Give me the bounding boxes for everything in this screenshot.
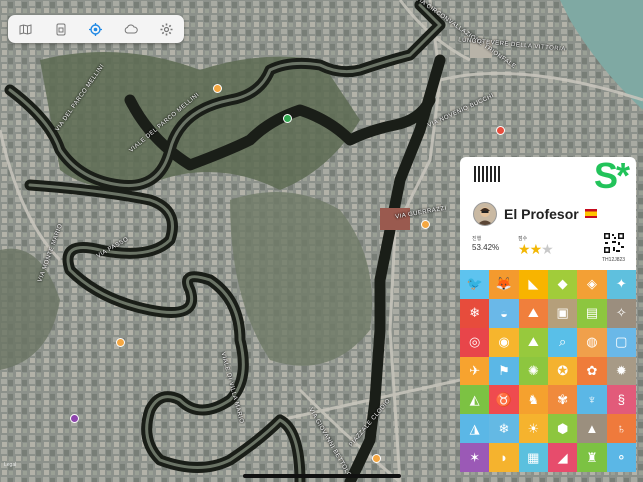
star-rating: ★★★ [518, 241, 554, 258]
star-icon: ★ [518, 241, 531, 257]
volcano-icon[interactable]: ▲ [577, 414, 607, 444]
poi-marker[interactable] [421, 220, 430, 229]
map-attribution[interactable]: Legal [4, 462, 16, 468]
progress-value: 53.42% [472, 243, 500, 252]
poi-marker[interactable] [372, 454, 381, 463]
poi-marker[interactable] [496, 126, 505, 135]
sim-card-icon[interactable] [47, 17, 75, 41]
profile-card[interactable]: S* El Profesor 진행 53.42% 점수 ★★★ TH12J823 [460, 155, 636, 270]
kangaroo-icon[interactable]: ♞ [518, 385, 548, 415]
turtle-icon[interactable]: ◒ [489, 298, 519, 328]
spain-flag-icon [585, 209, 597, 218]
passport-icon[interactable]: ▢ [606, 327, 636, 357]
magnifier-icon[interactable]: ⌕ [547, 327, 578, 357]
bull-icon[interactable]: ♉ [489, 385, 519, 415]
climber-icon[interactable]: ⛰ [518, 327, 548, 357]
badge-grid: 🐦 🦊 ◣ ◆ ◈ ✦ ❄ ◒ ⛰ ▣ ▤ ✧ ◎ ◉ ⛰ ⌕ ◍ ▢ ✈ ⚑ ✺ ✪ ✿ ✹ ◭ ♉ ♞ ✾ ♆ § ◮ ❄ ☀ ⬢ ▲ ♄ ✶ ◗ ▦ ◢… [460, 270, 636, 473]
poi-marker[interactable] [116, 338, 125, 347]
luggage-icon[interactable]: ▣ [547, 298, 578, 328]
serial-number: TH12J823 [602, 257, 626, 263]
airplane-icon[interactable]: ✈ [460, 356, 490, 386]
app-logo: S* [593, 155, 630, 196]
compass-icon[interactable]: ✧ [606, 298, 636, 328]
castle-icon[interactable]: ♜ [577, 443, 607, 473]
bear-icon[interactable]: ◭ [460, 385, 490, 415]
seal-icon[interactable]: ✹ [606, 356, 636, 386]
flag-icon[interactable]: ⚑ [489, 356, 519, 386]
rose-icon[interactable]: ✾ [547, 385, 578, 415]
poi-marker[interactable] [283, 114, 292, 123]
whale-icon[interactable]: ◗ [489, 443, 519, 473]
fox-icon[interactable]: 🦊 [489, 270, 519, 299]
asia-icon[interactable]: ◈ [577, 270, 607, 299]
calendar-icon[interactable]: ▦ [518, 443, 548, 473]
avatar[interactable] [473, 202, 497, 226]
saturn-icon[interactable]: ♄ [606, 414, 636, 444]
globe-icon[interactable]: ◉ [489, 327, 519, 357]
hiker-icon[interactable]: ⛰ [518, 298, 548, 328]
player-name: El Profesor [504, 206, 579, 222]
eu-icon[interactable]: ✪ [547, 356, 578, 386]
turtle-shell-icon[interactable]: ⬢ [547, 414, 578, 444]
map-toolbar [8, 15, 184, 43]
shoe-icon[interactable]: ◢ [547, 443, 578, 473]
star-icon: ★ [541, 241, 554, 257]
location-target-icon[interactable] [82, 17, 110, 41]
progress-label: 진행 [472, 236, 482, 242]
europe-icon[interactable]: ✦ [606, 270, 636, 299]
africa-icon[interactable]: ◆ [547, 270, 578, 299]
sun-icon[interactable]: ☀ [518, 414, 548, 444]
earth-icon[interactable]: ◍ [577, 327, 607, 357]
stars-circle-icon[interactable]: ✺ [518, 356, 548, 386]
cloud-icon[interactable] [117, 17, 145, 41]
snowflake-icon[interactable]: ❄ [489, 414, 519, 444]
document-icon[interactable]: ▤ [577, 298, 607, 328]
qr-code-icon[interactable] [603, 232, 625, 254]
ribbon-icon[interactable]: ✿ [577, 356, 607, 386]
mermaid-icon[interactable]: ♆ [577, 385, 607, 415]
gear-icon[interactable] [152, 17, 180, 41]
map-icon[interactable] [12, 17, 40, 41]
poi-marker[interactable] [213, 84, 222, 93]
south-america-icon[interactable]: ◣ [518, 270, 548, 299]
home-indicator[interactable] [243, 474, 401, 478]
polar-bear-icon[interactable]: ◮ [460, 414, 490, 444]
poi-marker[interactable] [70, 414, 79, 423]
antarctica-icon[interactable]: ❄ [460, 298, 490, 328]
bird-icon[interactable]: 🐦 [460, 270, 490, 299]
star-icon: ★ [529, 241, 543, 257]
seahorse-icon[interactable]: § [606, 385, 636, 415]
olympic-rings-icon[interactable]: ⚬ [606, 443, 636, 473]
barcode-icon [474, 166, 502, 182]
binoculars-icon[interactable]: ◎ [460, 327, 490, 357]
octopus-icon[interactable]: ✶ [460, 443, 490, 473]
